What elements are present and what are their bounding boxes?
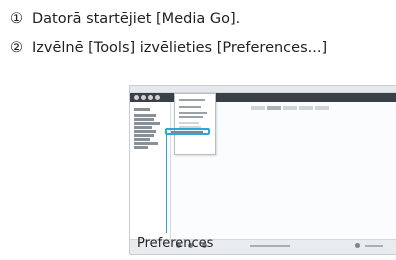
preferences-menu-item[interactable] [165, 128, 210, 135]
sidebar-item [134, 118, 154, 121]
menu-item [179, 99, 205, 101]
home-icon [148, 95, 153, 100]
sidebar-item [134, 142, 158, 145]
tab-mini [283, 106, 297, 110]
step-text-2: Izvēlnē [Tools] izvēlieties [Preferences… [32, 40, 328, 56]
instruction-step-2: ② Izvēlnē [Tools] izvēlieties [Preference… [10, 39, 327, 57]
menu-item [179, 112, 207, 114]
sidebar-item [134, 130, 156, 133]
app-toolbar [130, 93, 396, 102]
tab-mini [315, 106, 329, 110]
sidebar-item [134, 114, 156, 117]
sidebar-item [134, 146, 148, 149]
menu-item [179, 116, 203, 118]
window-titlebar [130, 86, 396, 93]
menu-item [179, 106, 201, 108]
sidebar-item [134, 138, 150, 141]
back-icon [134, 95, 139, 100]
sidebar-item [134, 126, 152, 129]
sidebar-item [134, 108, 150, 111]
step-number-1: ① [10, 11, 23, 27]
instruction-step-1: ① Datorā startējiet [Media Go]. [10, 10, 240, 28]
media-go-screenshot [129, 85, 396, 255]
tab-mini [267, 106, 281, 110]
library-sidebar [130, 102, 171, 242]
status-text [250, 245, 290, 247]
tab-mini [251, 106, 265, 110]
preferences-item-bar [171, 131, 203, 133]
callout-line [166, 131, 167, 233]
sidebar-item [134, 134, 154, 137]
step-number-2: ② [10, 40, 23, 56]
forward-icon [141, 95, 146, 100]
menu-item [179, 122, 199, 124]
tab-mini [299, 106, 313, 110]
status-text [365, 245, 383, 247]
callout-label: Preferences [137, 236, 214, 251]
step-text-1: Datorā startējiet [Media Go]. [32, 11, 241, 27]
volume-icon [355, 243, 360, 248]
sidebar-item [134, 122, 160, 125]
tools-menu [174, 93, 216, 155]
refresh-icon [155, 95, 160, 100]
